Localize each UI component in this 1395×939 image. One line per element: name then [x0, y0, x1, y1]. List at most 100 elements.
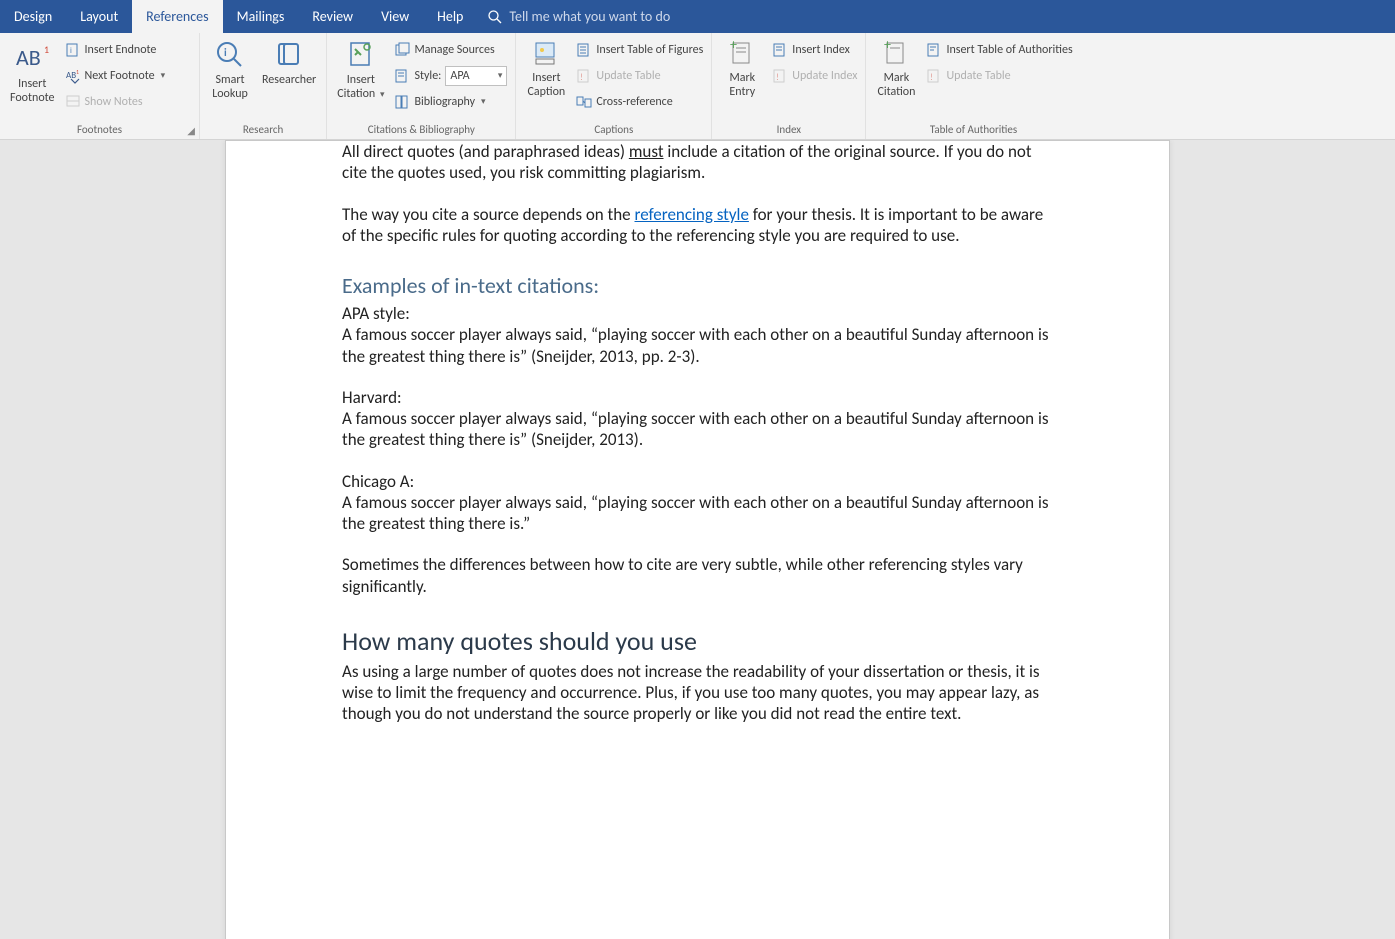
cross-ref-icon [576, 94, 592, 110]
insert-footnote-label: Insert Footnote [10, 77, 55, 105]
smart-lookup-label: Smart Lookup [212, 73, 248, 101]
heading-how-many[interactable]: How many quotes should you use [342, 625, 1053, 657]
update-toa-label: Update Table [946, 67, 1010, 85]
ribbon-tabs: Design Layout References Mailings Review… [0, 0, 1395, 33]
insert-tof-label: Insert Table of Figures [596, 41, 703, 59]
tab-references[interactable]: References [132, 0, 222, 33]
style-icon [394, 68, 410, 84]
smart-lookup-button[interactable]: i Smart Lookup [204, 35, 256, 121]
svg-text:+: + [884, 39, 891, 53]
tell-me-input[interactable] [509, 8, 749, 25]
show-notes-button[interactable]: Show Notes [61, 91, 170, 113]
svg-text:+: + [730, 39, 737, 53]
group-index: + Mark Entry Insert Index ! Update Index… [712, 33, 866, 139]
insert-toa-icon [926, 42, 942, 58]
next-footnote-button[interactable]: AB1 Next Footnote ▾ [61, 65, 170, 87]
update-toa-button[interactable]: ! Update Table [922, 65, 1076, 87]
group-toa: + Mark Citation Insert Table of Authorit… [866, 33, 1080, 139]
svg-text:!: ! [580, 72, 583, 83]
svg-text:1: 1 [76, 68, 79, 76]
cross-reference-button[interactable]: Cross-reference [572, 91, 707, 113]
svg-text:1: 1 [44, 43, 49, 56]
heading-examples[interactable]: Examples of in-text citations: [342, 272, 1053, 299]
manage-sources-button[interactable]: Manage Sources [390, 39, 511, 61]
group-captions: Insert Caption Insert Table of Figures !… [516, 33, 712, 139]
ribbon: AB1 Insert Footnote i Insert Endnote AB1… [0, 33, 1395, 140]
svg-text:i: i [70, 46, 72, 56]
text-underlined: must [629, 141, 664, 162]
insert-citation-button[interactable]: Insert Citation ▾ [331, 35, 390, 121]
chevron-down-icon: ▾ [498, 67, 503, 85]
researcher-button[interactable]: Researcher [256, 35, 322, 121]
body-paragraph[interactable]: All direct quotes (and paraphrased ideas… [342, 141, 1053, 184]
insert-caption-button[interactable]: Insert Caption [520, 35, 572, 121]
citation-style-control[interactable]: Style: APA ▾ [390, 65, 511, 87]
style-combo[interactable]: APA ▾ [445, 66, 507, 86]
insert-toa-label: Insert Table of Authorities [946, 41, 1072, 59]
body-paragraph[interactable]: Chicago A: [342, 471, 1053, 492]
insert-index-label: Insert Index [792, 41, 850, 59]
chevron-down-icon: ▾ [481, 93, 486, 111]
document-area[interactable]: All direct quotes (and paraphrased ideas… [0, 140, 1395, 939]
body-paragraph[interactable]: The way you cite a source depends on the… [342, 204, 1053, 247]
insert-toa-button[interactable]: Insert Table of Authorities [922, 39, 1076, 61]
update-index-label: Update Index [792, 67, 857, 85]
body-paragraph[interactable]: As using a large number of quotes does n… [342, 661, 1053, 725]
update-table-captions-button[interactable]: ! Update Table [572, 65, 707, 87]
update-table-captions-label: Update Table [596, 67, 660, 85]
group-research-label: Research [204, 121, 322, 139]
cross-reference-label: Cross-reference [596, 93, 672, 111]
svg-text:AB: AB [16, 44, 41, 71]
tab-view[interactable]: View [367, 0, 423, 33]
mark-entry-button[interactable]: + Mark Entry [716, 35, 768, 121]
group-citations-label: Citations & Bibliography [331, 121, 511, 139]
group-footnotes: AB1 Insert Footnote i Insert Endnote AB1… [0, 33, 200, 139]
document-page[interactable]: All direct quotes (and paraphrased ideas… [225, 140, 1170, 939]
style-label: Style: [414, 67, 441, 85]
update-index-button[interactable]: ! Update Index [768, 65, 861, 87]
svg-text:!: ! [930, 72, 933, 83]
bibliography-button[interactable]: Bibliography ▾ [390, 91, 511, 113]
insert-citation-label: Insert Citation ▾ [337, 73, 384, 102]
insert-tof-button[interactable]: Insert Table of Figures [572, 39, 707, 61]
body-paragraph[interactable]: Sometimes the differences between how to… [342, 554, 1053, 597]
body-paragraph[interactable]: A famous soccer player always said, “pla… [342, 492, 1053, 535]
next-footnote-icon: AB1 [65, 68, 81, 84]
group-citations: Insert Citation ▾ Manage Sources Style: … [327, 33, 516, 139]
mark-citation-button[interactable]: + Mark Citation [870, 35, 922, 121]
update-icon: ! [576, 68, 592, 84]
researcher-label: Researcher [262, 73, 316, 87]
tab-mailings[interactable]: Mailings [223, 0, 299, 33]
tell-me-search[interactable] [487, 8, 749, 25]
body-paragraph[interactable]: Harvard: [342, 387, 1053, 408]
bibliography-icon [394, 94, 410, 110]
footnotes-launcher[interactable]: ◢ [187, 124, 195, 137]
insert-index-button[interactable]: Insert Index [768, 39, 861, 61]
group-index-label: Index [716, 121, 861, 139]
insert-index-icon [772, 42, 788, 58]
mark-entry-label: Mark Entry [729, 71, 755, 99]
svg-text:i: i [224, 46, 227, 59]
hyperlink-referencing-style[interactable]: referencing style [635, 204, 749, 225]
group-captions-label: Captions [520, 121, 707, 139]
insert-footnote-button[interactable]: AB1 Insert Footnote [4, 35, 61, 121]
tab-layout[interactable]: Layout [66, 0, 132, 33]
text-run: All direct quotes (and paraphrased ideas… [342, 141, 629, 162]
body-paragraph[interactable]: APA style: [342, 303, 1053, 324]
tab-review[interactable]: Review [298, 0, 367, 33]
show-notes-icon [65, 94, 81, 110]
body-paragraph[interactable]: A famous soccer player always said, “pla… [342, 324, 1053, 367]
endnote-icon: i [65, 42, 81, 58]
tab-help[interactable]: Help [423, 0, 477, 33]
chevron-down-icon: ▾ [161, 67, 166, 85]
manage-sources-label: Manage Sources [414, 41, 494, 59]
manage-sources-icon [394, 42, 410, 58]
group-research: i Smart Lookup Researcher Research [200, 33, 327, 139]
body-paragraph[interactable]: A famous soccer player always said, “pla… [342, 408, 1053, 451]
next-footnote-label: Next Footnote [85, 67, 155, 85]
tof-icon [576, 42, 592, 58]
tab-design[interactable]: Design [0, 0, 66, 33]
bibliography-label: Bibliography [414, 93, 475, 111]
mark-citation-label: Mark Citation [877, 71, 915, 99]
insert-endnote-button[interactable]: i Insert Endnote [61, 39, 170, 61]
